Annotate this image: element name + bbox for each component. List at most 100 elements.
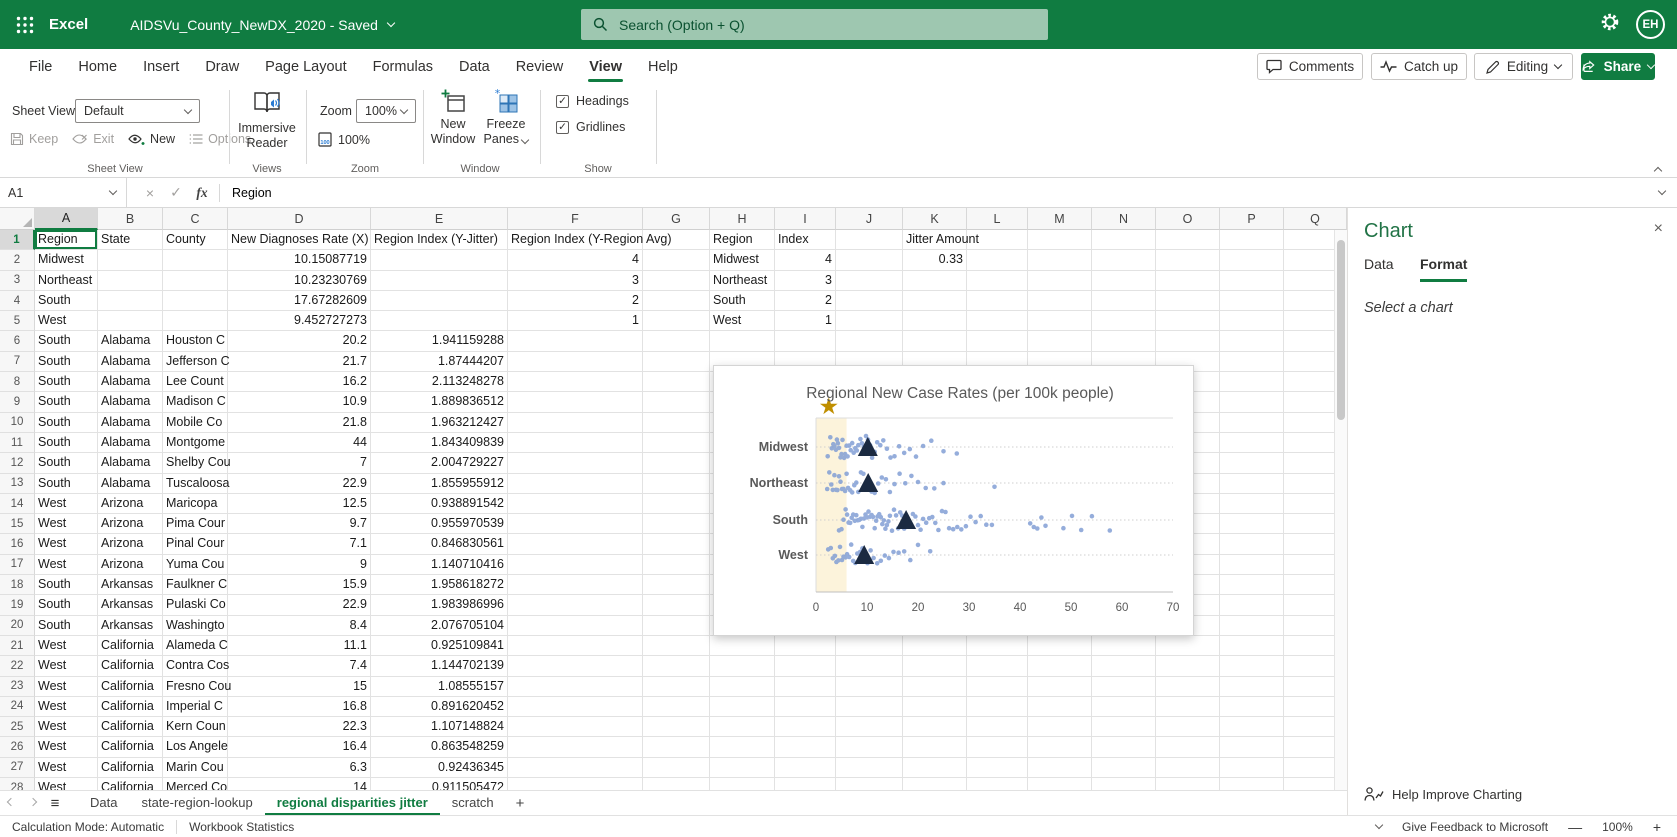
ribbon-tab-formulas[interactable]: Formulas xyxy=(360,49,446,84)
grid-cell[interactable] xyxy=(508,635,643,657)
scrollbar-thumb[interactable] xyxy=(1337,240,1345,420)
grid-cell[interactable] xyxy=(643,696,710,718)
grid-cell[interactable]: Faulkner C xyxy=(163,575,228,596)
grid-cell[interactable]: Lee Count xyxy=(163,372,228,393)
row-header-2[interactable]: 2 xyxy=(0,250,35,271)
grid-cell[interactable]: South xyxy=(35,432,98,454)
grid-cell[interactable] xyxy=(836,230,903,251)
grid-cell[interactable] xyxy=(98,270,163,291)
grid-cell[interactable] xyxy=(1156,656,1220,677)
grid-cell[interactable]: 0.92436345 xyxy=(371,757,508,779)
select-all-button[interactable] xyxy=(0,208,35,230)
grid-cell[interactable]: New Diagnoses Rate (X) xyxy=(228,230,371,251)
grid-cell[interactable]: 0.863548259 xyxy=(371,737,508,758)
grid-cell[interactable] xyxy=(1028,290,1092,312)
sheet-nav-right-button[interactable] xyxy=(22,797,44,806)
grid-cell[interactable] xyxy=(508,615,643,636)
row-header-7[interactable]: 7 xyxy=(0,351,35,373)
grid-cell[interactable] xyxy=(1156,311,1220,332)
grid-cell[interactable] xyxy=(710,778,775,790)
grid-cell[interactable]: 2.113248278 xyxy=(371,372,508,393)
grid-cell[interactable] xyxy=(643,737,710,758)
row-header-4[interactable]: 4 xyxy=(0,290,35,312)
grid-cell[interactable]: Midwest xyxy=(35,250,98,271)
row-header-16[interactable]: 16 xyxy=(0,534,35,555)
grid-cell[interactable] xyxy=(967,778,1028,790)
grid-cell[interactable] xyxy=(643,392,710,413)
grid-cell[interactable] xyxy=(643,311,710,332)
grid-cell[interactable]: 22.9 xyxy=(228,595,371,616)
col-header-C[interactable]: C xyxy=(163,208,228,230)
comments-button[interactable]: Comments xyxy=(1257,53,1363,80)
ribbon-tab-draw[interactable]: Draw xyxy=(192,49,252,84)
sheet-tab-regional-disparities-jitter[interactable]: regional disparities jitter xyxy=(264,791,440,816)
grid-cell[interactable]: 2.004729227 xyxy=(371,453,508,474)
grid-cell[interactable] xyxy=(836,311,903,332)
grid-cell[interactable] xyxy=(1028,717,1092,738)
grid-cell[interactable] xyxy=(1220,595,1284,616)
grid-cell[interactable] xyxy=(508,778,643,790)
grid-cell[interactable]: Index xyxy=(775,230,836,251)
grid-cell[interactable]: Maricopa xyxy=(163,493,228,515)
grid-cell[interactable]: West xyxy=(35,656,98,677)
grid-cell[interactable] xyxy=(1156,230,1220,251)
grid-cell[interactable] xyxy=(775,778,836,790)
zoom-level[interactable]: 100% xyxy=(1602,820,1633,834)
grid-cell[interactable] xyxy=(1220,615,1284,636)
row-header-3[interactable]: 3 xyxy=(0,270,35,291)
grid-cell[interactable] xyxy=(1156,737,1220,758)
grid-cell[interactable] xyxy=(508,757,643,779)
grid-cell[interactable] xyxy=(508,392,643,413)
grid-cell[interactable] xyxy=(836,737,903,758)
grid-cell[interactable]: West xyxy=(35,554,98,576)
row-header-23[interactable]: 23 xyxy=(0,676,35,697)
grid-cell[interactable] xyxy=(775,676,836,697)
grid-cell[interactable]: 1.140710416 xyxy=(371,554,508,576)
grid-cell[interactable]: Region Index (Y-Jitter) xyxy=(371,230,508,251)
grid-cell[interactable] xyxy=(643,250,710,271)
row-header-1[interactable]: 1 xyxy=(0,230,35,251)
exit-sheet-view-button[interactable]: Exit xyxy=(72,132,114,146)
grid-cell[interactable] xyxy=(1156,250,1220,271)
grid-cell[interactable] xyxy=(1028,676,1092,697)
grid-cell[interactable] xyxy=(1028,331,1092,352)
grid-cell[interactable]: 15.9 xyxy=(228,575,371,596)
grid-cell[interactable] xyxy=(1156,757,1220,779)
grid-cell[interactable] xyxy=(163,311,228,332)
grid-cell[interactable]: Washingto xyxy=(163,615,228,636)
grid-cell[interactable] xyxy=(1220,676,1284,697)
keep-sheet-view-button[interactable]: Keep xyxy=(10,132,58,146)
grid-cell[interactable] xyxy=(1220,554,1284,576)
grid-cell[interactable] xyxy=(710,757,775,779)
grid-cell[interactable] xyxy=(1028,737,1092,758)
grid-cell[interactable]: California xyxy=(98,717,163,738)
grid-cell[interactable]: Alabama xyxy=(98,372,163,393)
row-header-10[interactable]: 10 xyxy=(0,412,35,433)
grid-cell[interactable] xyxy=(903,737,967,758)
chevron-down-icon[interactable] xyxy=(1374,820,1384,830)
grid-cell[interactable] xyxy=(967,757,1028,779)
grid-cell[interactable] xyxy=(163,250,228,271)
grid-cell[interactable] xyxy=(98,290,163,312)
zoom-out-button[interactable]: — xyxy=(1568,819,1582,835)
grid-cell[interactable]: West xyxy=(35,696,98,718)
grid-cell[interactable] xyxy=(1220,737,1284,758)
grid-cell[interactable]: Alabama xyxy=(98,351,163,373)
row-header-24[interactable]: 24 xyxy=(0,696,35,718)
grid-cell[interactable] xyxy=(508,676,643,697)
grid-cell[interactable] xyxy=(1092,656,1156,677)
row-header-28[interactable]: 28 xyxy=(0,778,35,790)
grid-cell[interactable]: 1.941159288 xyxy=(371,331,508,352)
grid-cell[interactable]: South xyxy=(35,575,98,596)
grid-cell[interactable] xyxy=(1156,778,1220,790)
grid-cell[interactable]: South xyxy=(35,290,98,312)
grid-cell[interactable] xyxy=(508,696,643,718)
grid-cell[interactable]: Jitter Amount xyxy=(903,230,979,251)
grid-cell[interactable]: Arkansas xyxy=(98,615,163,636)
grid-cell[interactable] xyxy=(903,757,967,779)
grid-cell[interactable] xyxy=(967,331,1028,352)
grid-cell[interactable]: 16.4 xyxy=(228,737,371,758)
grid-cell[interactable] xyxy=(643,453,710,474)
grid-cell[interactable]: 0.911505472 xyxy=(371,778,508,790)
grid-cell[interactable] xyxy=(643,290,710,312)
